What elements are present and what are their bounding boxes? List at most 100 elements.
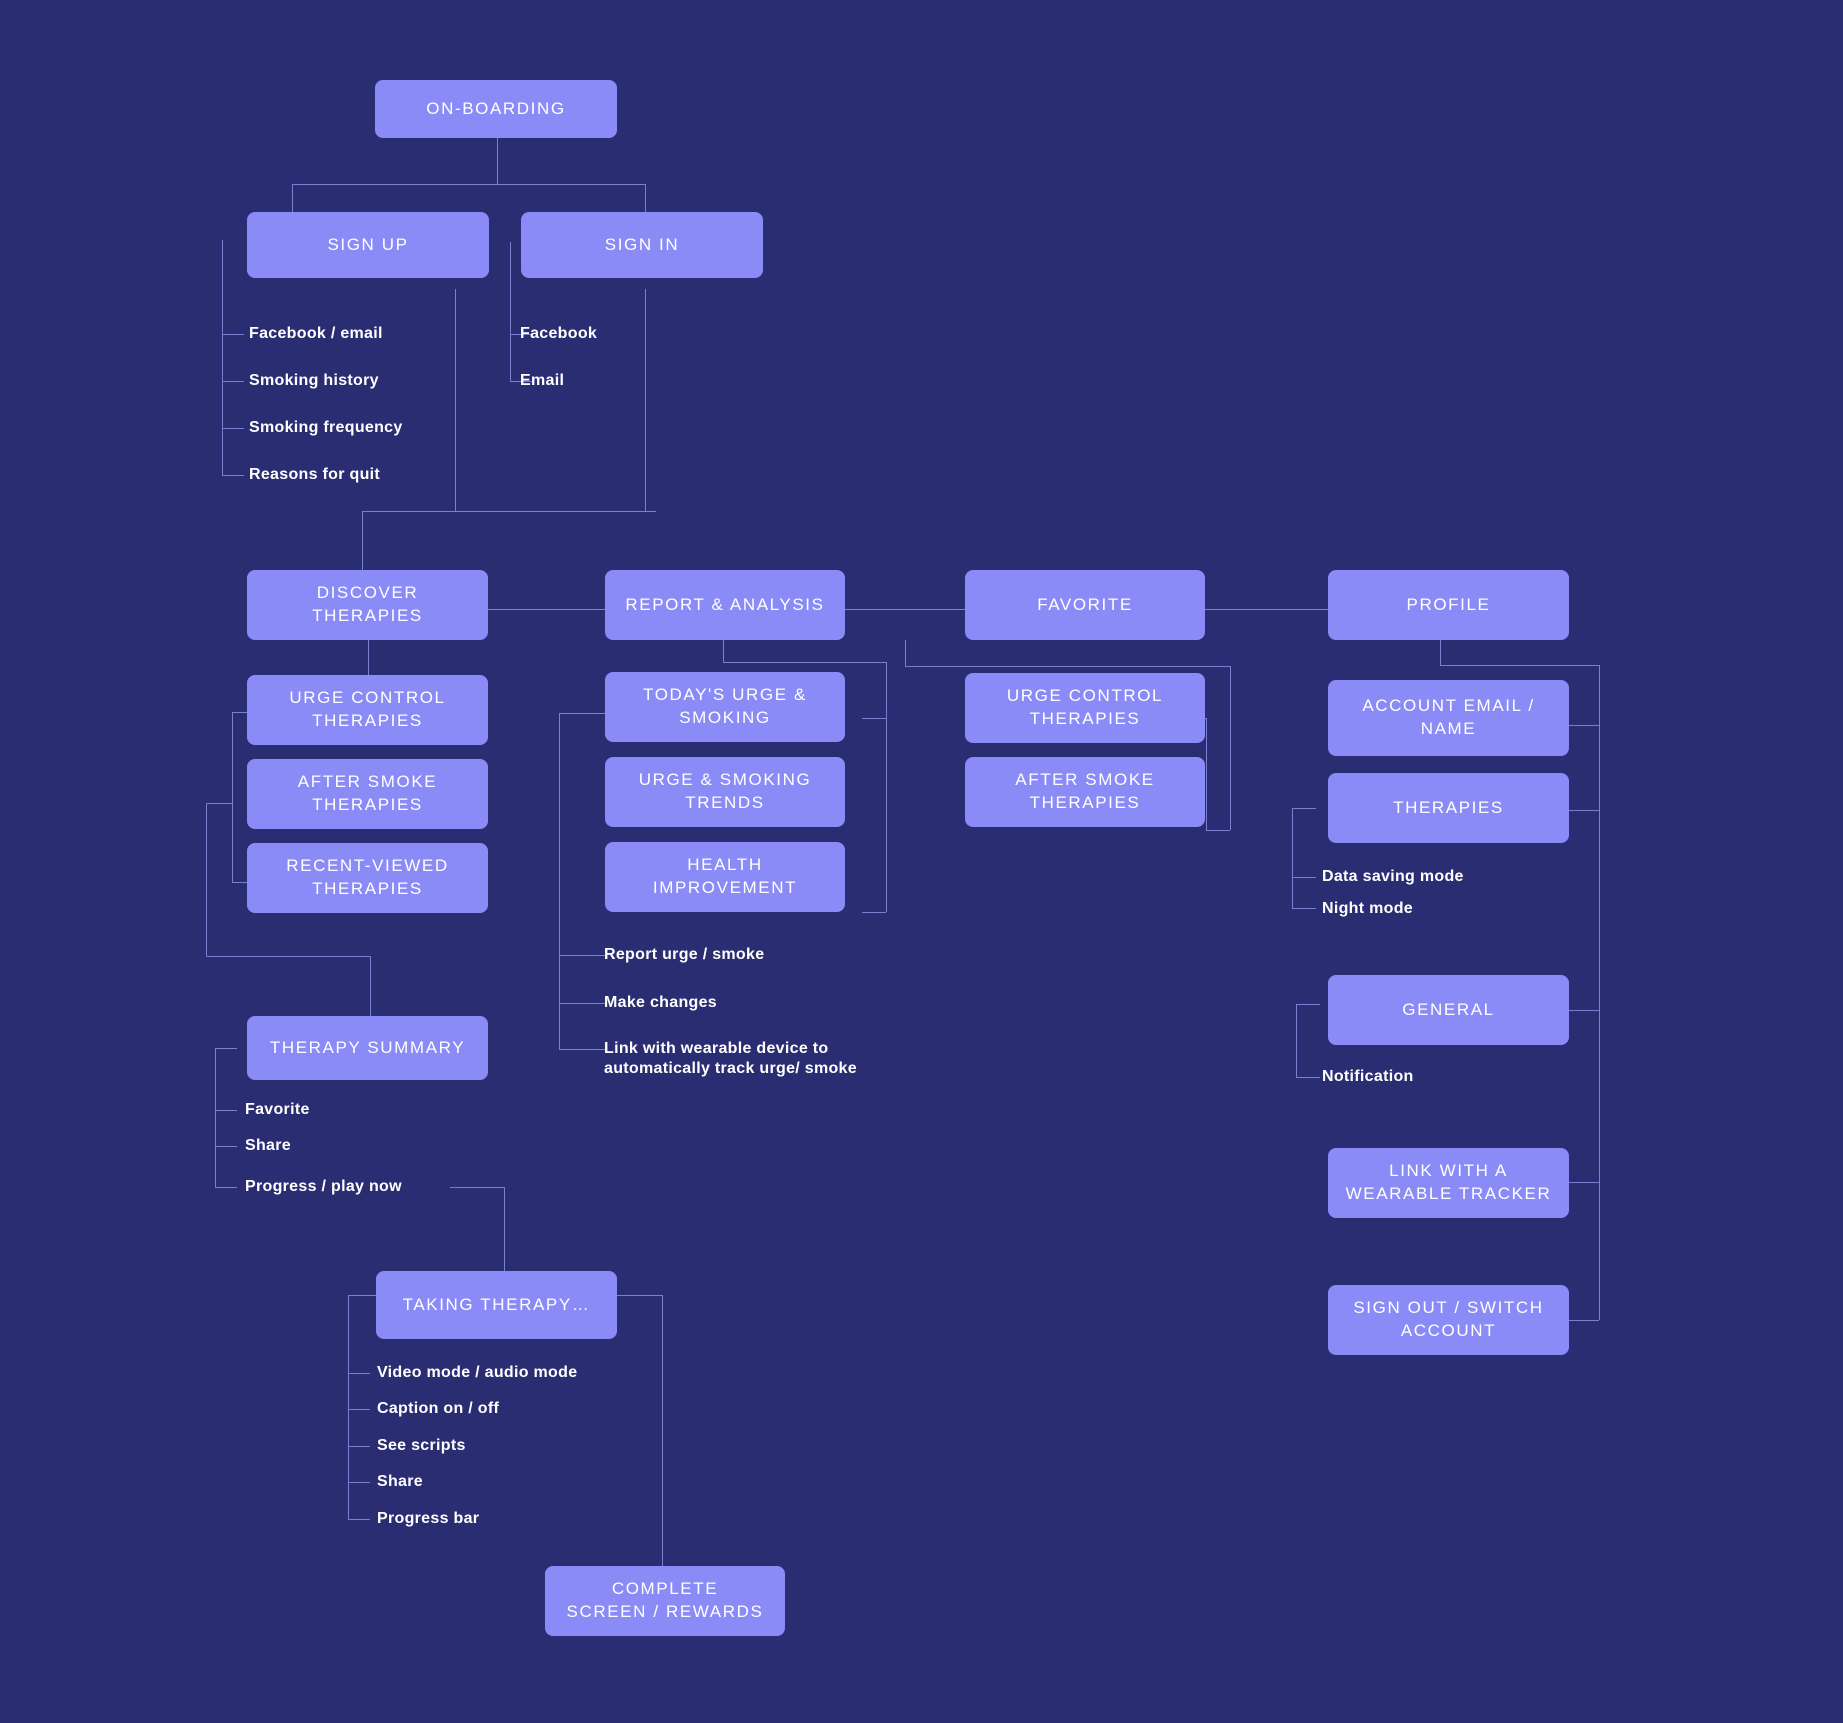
node-complete-screen-rewards[interactable]: COMPLETE SCREEN / REWARDS	[545, 1566, 785, 1636]
connector	[645, 289, 646, 511]
connector	[905, 640, 906, 666]
connector	[1203, 609, 1328, 610]
leaf-report-2: Link with wearable device to automatical…	[604, 1040, 857, 1078]
node-profile[interactable]: PROFILE	[1328, 570, 1569, 640]
leaf-therapy-summary-0: Favorite	[245, 1101, 310, 1118]
connector	[348, 1295, 349, 1519]
node-onboarding[interactable]: ON-BOARDING	[375, 80, 617, 138]
connector	[368, 640, 369, 675]
connector	[222, 334, 244, 335]
node-sign-up[interactable]: SIGN UP	[247, 212, 489, 278]
leaf-taking-therapy-2: See scripts	[377, 1437, 466, 1454]
connector	[862, 912, 886, 913]
connector	[886, 662, 887, 912]
connector	[905, 666, 1230, 667]
leaf-sign-up-2: Smoking frequency	[249, 419, 403, 436]
node-therapies[interactable]: THERAPIES	[1328, 773, 1569, 843]
connector	[362, 511, 656, 512]
connector	[348, 1373, 370, 1374]
connector	[362, 511, 363, 578]
connector	[206, 803, 232, 804]
node-after-smoke-therapies-favorite[interactable]: AFTER SMOKE THERAPIES	[965, 757, 1205, 827]
leaf-therapies-0: Data saving mode	[1322, 868, 1464, 885]
connector	[222, 428, 244, 429]
leaf-therapy-summary-2: Progress / play now	[245, 1178, 402, 1195]
node-favorite[interactable]: FAVORITE	[965, 570, 1205, 640]
connector	[723, 640, 724, 662]
connector	[559, 1003, 605, 1004]
node-recent-viewed-therapies[interactable]: RECENT-VIEWED THERAPIES	[247, 843, 488, 913]
connector	[488, 609, 605, 610]
connector	[206, 803, 207, 956]
connector	[1440, 640, 1441, 665]
node-discover-therapies[interactable]: DISCOVER THERAPIES	[247, 570, 488, 640]
leaf-sign-up-0: Facebook / email	[249, 325, 383, 342]
connector	[1292, 808, 1293, 908]
leaf-report-0: Report urge / smoke	[604, 946, 765, 963]
leaf-general-0: Notification	[1322, 1068, 1414, 1085]
node-health-improvement[interactable]: HEALTH IMPROVEMENT	[605, 842, 845, 912]
node-sign-in[interactable]: SIGN IN	[521, 212, 763, 278]
connector	[559, 713, 560, 1049]
leaf-sign-up-1: Smoking history	[249, 372, 379, 389]
connector	[1292, 808, 1316, 809]
connector	[510, 242, 511, 382]
leaf-taking-therapy-3: Share	[377, 1473, 423, 1490]
connector	[662, 1295, 663, 1600]
connector	[455, 289, 456, 511]
node-report-analysis[interactable]: REPORT & ANALYSIS	[605, 570, 845, 640]
node-sign-out-switch-account[interactable]: SIGN OUT / SWITCH ACCOUNT	[1328, 1285, 1569, 1355]
connector	[215, 1048, 237, 1049]
connector	[215, 1110, 237, 1111]
node-taking-therapy[interactable]: TAKING THERAPY…	[376, 1271, 617, 1339]
connector	[232, 882, 248, 883]
sitemap-diagram: ON-BOARDING SIGN UP SIGN IN DISCOVER THE…	[0, 0, 1843, 1723]
connector	[862, 718, 886, 719]
connector	[215, 1048, 216, 1187]
connector	[222, 240, 223, 475]
connector	[1599, 665, 1600, 1320]
connector	[292, 184, 645, 185]
connector	[232, 712, 248, 713]
connector	[1296, 1077, 1320, 1078]
connector	[1296, 1004, 1320, 1005]
connector	[292, 184, 293, 212]
connector	[723, 662, 886, 663]
connector	[1230, 666, 1231, 830]
node-urge-control-therapies-favorite[interactable]: URGE CONTROL THERAPIES	[965, 673, 1205, 743]
node-link-wearable-tracker[interactable]: LINK WITH A WEARABLE TRACKER	[1328, 1148, 1569, 1218]
connector	[215, 1187, 237, 1188]
node-therapy-summary[interactable]: THERAPY SUMMARY	[247, 1016, 488, 1080]
node-todays-urge-smoking[interactable]: TODAY'S URGE & SMOKING	[605, 672, 845, 742]
connector	[370, 956, 371, 1016]
connector	[222, 381, 244, 382]
connector	[450, 1187, 504, 1188]
connector	[1292, 908, 1316, 909]
leaf-therapies-1: Night mode	[1322, 900, 1413, 917]
node-urge-smoking-trends[interactable]: URGE & SMOKING TRENDS	[605, 757, 845, 827]
connector	[559, 1049, 605, 1050]
connector	[348, 1446, 370, 1447]
connector	[559, 713, 605, 714]
leaf-sign-in-1: Email	[520, 372, 565, 389]
connector	[497, 137, 498, 184]
leaf-report-1: Make changes	[604, 994, 717, 1011]
leaf-taking-therapy-0: Video mode / audio mode	[377, 1364, 578, 1381]
connector	[1440, 665, 1599, 666]
node-general[interactable]: GENERAL	[1328, 975, 1569, 1045]
node-urge-control-therapies-discover[interactable]: URGE CONTROL THERAPIES	[247, 675, 488, 745]
connector	[845, 609, 965, 610]
connector	[1292, 877, 1316, 878]
leaf-taking-therapy-4: Progress bar	[377, 1510, 480, 1527]
node-account-email-name[interactable]: ACCOUNT EMAIL / NAME	[1328, 680, 1569, 756]
connector	[215, 1146, 237, 1147]
connector	[1206, 830, 1230, 831]
leaf-therapy-summary-1: Share	[245, 1137, 291, 1154]
connector	[645, 184, 646, 212]
connector	[348, 1409, 370, 1410]
connector	[348, 1482, 370, 1483]
connector	[222, 475, 244, 476]
leaf-sign-up-3: Reasons for quit	[249, 466, 381, 483]
connector	[206, 956, 370, 957]
node-after-smoke-therapies-discover[interactable]: AFTER SMOKE THERAPIES	[247, 759, 488, 829]
